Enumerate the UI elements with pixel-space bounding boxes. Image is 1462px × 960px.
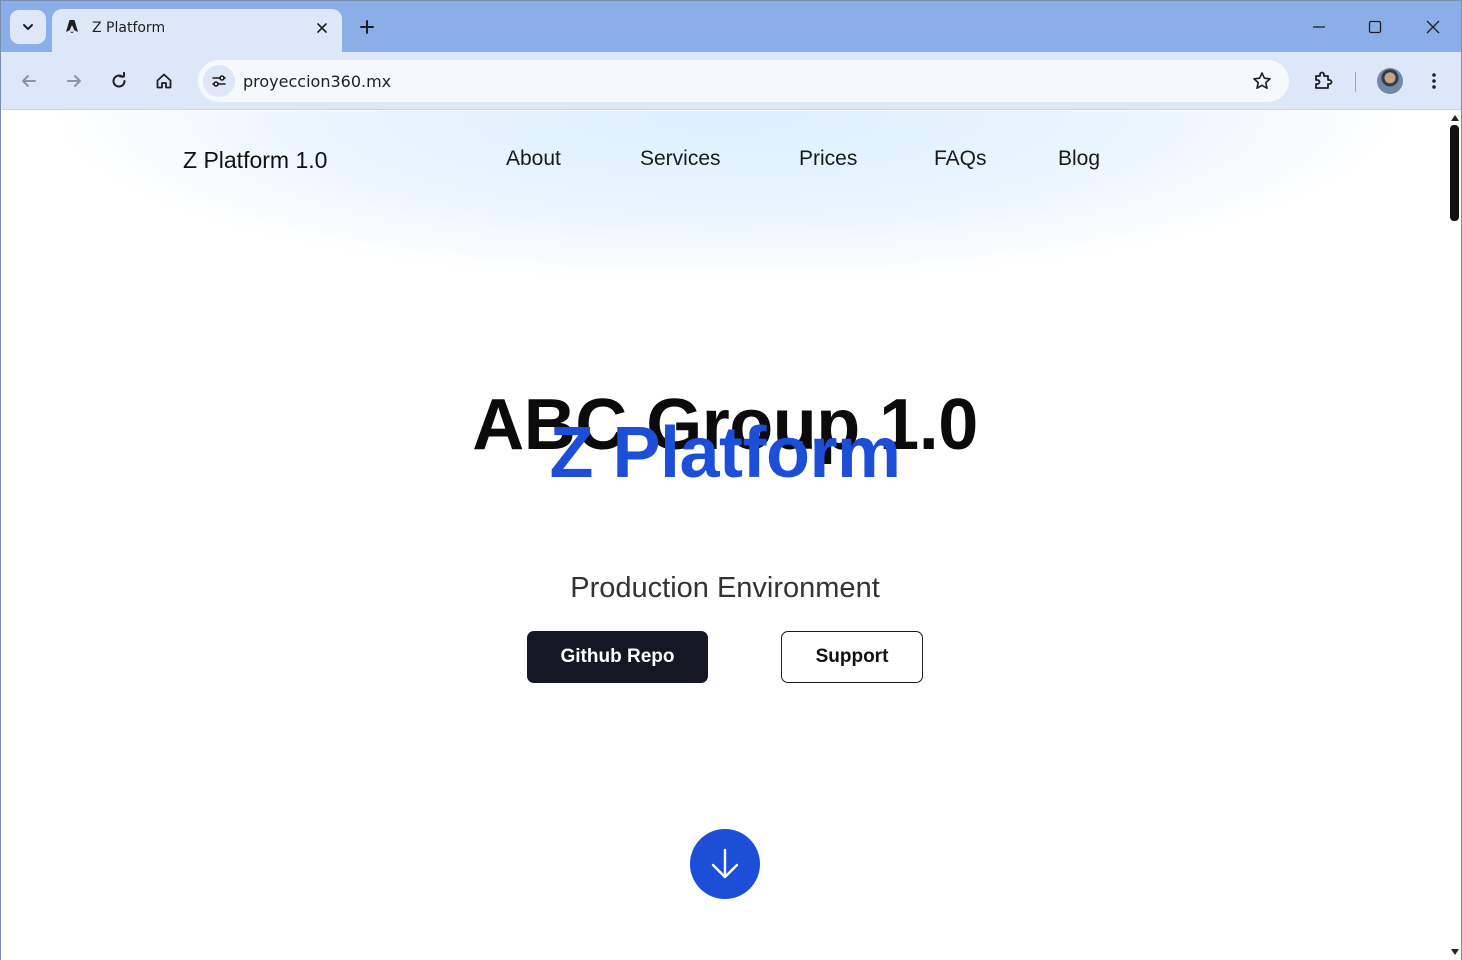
star-icon bbox=[1253, 72, 1271, 89]
tab-search-button[interactable] bbox=[10, 10, 46, 44]
reload-icon bbox=[112, 72, 126, 88]
support-button[interactable]: Support bbox=[781, 631, 923, 683]
hero-title-accent: Z Platform bbox=[549, 413, 901, 493]
nav-link-about[interactable]: About bbox=[506, 147, 561, 171]
close-icon bbox=[317, 23, 327, 33]
toolbar-divider bbox=[1355, 72, 1356, 92]
astro-logo-icon bbox=[66, 20, 78, 33]
puzzle-icon bbox=[1315, 71, 1333, 89]
tab-title: Z Platform bbox=[92, 20, 166, 36]
tune-icon bbox=[212, 75, 226, 87]
browser-toolbar: proyeccion360.mx bbox=[1, 52, 1461, 110]
scroll-down-button[interactable] bbox=[690, 829, 760, 899]
forward-button[interactable] bbox=[61, 68, 87, 94]
scroll-up-arrow[interactable] bbox=[1450, 113, 1460, 123]
scroll-down-arrow[interactable] bbox=[1450, 947, 1460, 957]
back-button[interactable] bbox=[16, 68, 42, 94]
maximize-icon bbox=[1368, 20, 1382, 34]
home-button[interactable] bbox=[151, 68, 177, 94]
github-repo-button[interactable]: Github Repo bbox=[527, 631, 708, 683]
close-window-button[interactable] bbox=[1421, 15, 1445, 39]
browser-window: Z Platform proyeccion360.mx Z Platform 1… bbox=[0, 0, 1462, 960]
arrow-right-icon bbox=[67, 75, 81, 87]
nav-link-prices[interactable]: Prices bbox=[799, 147, 857, 171]
minimize-button[interactable] bbox=[1307, 15, 1331, 39]
header-glow bbox=[61, 111, 1391, 281]
arrow-down-icon bbox=[711, 848, 739, 879]
nav-link-faqs[interactable]: FAQs bbox=[934, 147, 987, 171]
maximize-button[interactable] bbox=[1363, 15, 1387, 39]
address-bar[interactable]: proyeccion360.mx bbox=[198, 60, 1289, 102]
minimize-icon bbox=[1313, 26, 1325, 28]
kebab-menu-icon bbox=[1432, 73, 1436, 89]
title-bar: Z Platform bbox=[1, 1, 1461, 52]
page-scrollbar[interactable] bbox=[1449, 111, 1461, 960]
triangle-down-icon bbox=[1451, 949, 1459, 955]
hero-subtitle: Production Environment bbox=[570, 572, 880, 604]
new-tab-button[interactable] bbox=[355, 15, 379, 39]
bookmark-button[interactable] bbox=[1251, 70, 1273, 92]
browser-menu-button[interactable] bbox=[1421, 68, 1447, 94]
avatar[interactable] bbox=[1377, 68, 1403, 94]
tab-close-button[interactable] bbox=[312, 18, 332, 38]
plus-icon bbox=[360, 20, 374, 34]
scroll-thumb[interactable] bbox=[1450, 125, 1459, 221]
nav-link-services[interactable]: Services bbox=[640, 147, 721, 171]
site-info-button[interactable] bbox=[203, 65, 235, 97]
site-brand-link[interactable]: Z Platform 1.0 bbox=[183, 147, 327, 174]
tab-active[interactable]: Z Platform bbox=[52, 9, 342, 52]
nav-link-blog[interactable]: Blog bbox=[1058, 147, 1100, 171]
arrow-left-icon bbox=[22, 75, 36, 87]
chevron-down-icon bbox=[23, 24, 33, 30]
page-viewport: Z Platform 1.0 About Services Prices FAQ… bbox=[1, 111, 1449, 960]
triangle-up-icon bbox=[1451, 115, 1459, 121]
home-icon bbox=[156, 73, 172, 89]
url-text[interactable]: proyeccion360.mx bbox=[243, 72, 391, 91]
reload-button[interactable] bbox=[106, 68, 132, 94]
extensions-button[interactable] bbox=[1310, 68, 1336, 94]
close-icon bbox=[1426, 20, 1440, 34]
